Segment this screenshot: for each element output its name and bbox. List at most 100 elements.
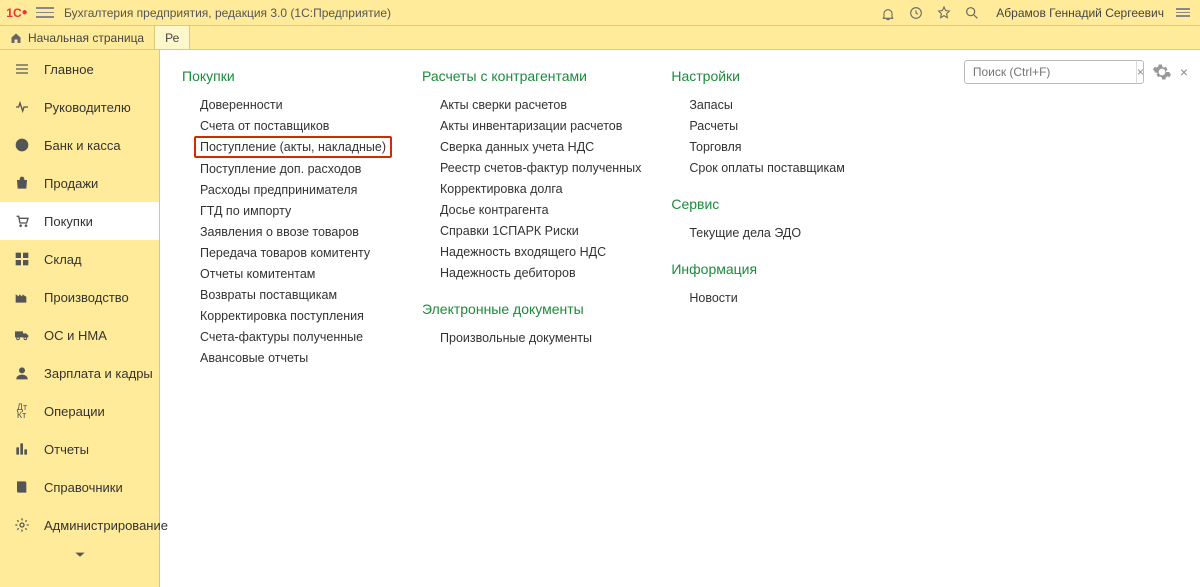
home-icon [10, 32, 22, 44]
list-item[interactable]: Реестр счетов-фактур полученных [422, 157, 641, 178]
bell-icon[interactable] [880, 5, 896, 21]
sidebar-collapse[interactable] [0, 544, 159, 566]
star-icon[interactable] [936, 5, 952, 21]
list-item[interactable]: Срок оплаты поставщикам [671, 157, 851, 178]
sidebar-item-reference[interactable]: Справочники [0, 468, 159, 506]
grid-icon [14, 251, 30, 267]
bag-icon [14, 175, 30, 191]
sidebar-item-production[interactable]: Производство [0, 278, 159, 316]
list-item[interactable]: Счета-фактуры полученные [182, 326, 392, 347]
section-settings: Настройки Запасы Расчеты Торговля Срок о… [671, 68, 851, 368]
list-item[interactable]: Досье контрагента [422, 199, 641, 220]
chart-icon [14, 441, 30, 457]
close-panel-icon[interactable]: × [1180, 64, 1188, 80]
section-settlements: Расчеты с контрагентами Акты сверки расч… [422, 68, 641, 368]
sidebar-item-reports[interactable]: Отчеты [0, 430, 159, 468]
window-menu-icon[interactable] [1176, 8, 1190, 17]
sidebar-item-label: Банк и касса [44, 138, 121, 153]
open-tabs: Начальная страница Ре [0, 26, 1200, 50]
section-header[interactable]: Расчеты с контрагентами [422, 68, 641, 84]
sidebar-item-operations[interactable]: ДтКт Операции [0, 392, 159, 430]
section-header[interactable]: Настройки [671, 68, 851, 84]
ruble-icon: ₽ [14, 137, 30, 153]
sidebar-item-assets[interactable]: ОС и НМА [0, 316, 159, 354]
list-item[interactable]: Авансовые отчеты [182, 347, 392, 368]
tab-home[interactable]: Начальная страница [0, 26, 155, 49]
sidebar-item-label: Администрирование [44, 518, 168, 533]
sidebar-item-main[interactable]: Главное [0, 50, 159, 88]
titlebar-actions: Абрамов Геннадий Сергеевич [880, 5, 1196, 21]
main-panel: × × Покупки Доверенности Счета от постав… [160, 50, 1200, 587]
list-item-highlighted[interactable]: Поступление (акты, накладные) [194, 136, 392, 158]
section-header[interactable]: Покупки [182, 68, 392, 84]
panel-toolbar: × × [964, 60, 1188, 84]
list-item[interactable]: Произвольные документы [422, 327, 641, 348]
search-clear[interactable]: × [1136, 61, 1144, 83]
list-item[interactable]: Счета от поставщиков [182, 115, 392, 136]
list-item[interactable]: Корректировка долга [422, 178, 641, 199]
list-item[interactable]: Сверка данных учета НДС [422, 136, 641, 157]
sidebar-item-label: Отчеты [44, 442, 89, 457]
search-input[interactable] [965, 65, 1136, 79]
settings-icon[interactable] [1152, 62, 1172, 82]
svg-text:₽: ₽ [20, 141, 25, 150]
list-item[interactable]: Акты инвентаризации расчетов [422, 115, 641, 136]
sidebar-item-purchases[interactable]: Покупки [0, 202, 159, 240]
sidebar-item-admin[interactable]: Администрирование [0, 506, 159, 544]
titlebar: 1C● Бухгалтерия предприятия, редакция 3.… [0, 0, 1200, 26]
list-item[interactable]: Возвраты поставщикам [182, 284, 392, 305]
book-icon [14, 479, 30, 495]
user-name[interactable]: Абрамов Геннадий Сергеевич [996, 6, 1164, 20]
logo-1c: 1C● [4, 4, 30, 22]
list-item[interactable]: Справки 1СПАРК Риски [422, 220, 641, 241]
sidebar-item-label: Покупки [44, 214, 93, 229]
sidebar-item-sales[interactable]: Продажи [0, 164, 159, 202]
search-icon[interactable] [964, 5, 980, 21]
chevron-down-icon [73, 550, 87, 560]
sidebar-item-label: Склад [44, 252, 82, 267]
list-item[interactable]: Торговля [671, 136, 851, 157]
sidebar-item-label: Продажи [44, 176, 98, 191]
sidebar-item-warehouse[interactable]: Склад [0, 240, 159, 278]
list-item[interactable]: Текущие дела ЭДО [671, 222, 851, 243]
truck-icon [14, 327, 30, 343]
gear-icon [14, 517, 30, 533]
sidebar-item-label: Справочники [44, 480, 123, 495]
cart-icon [14, 213, 30, 229]
list-item[interactable]: Передача товаров комитенту [182, 242, 392, 263]
list-item[interactable]: Отчеты комитентам [182, 263, 392, 284]
list-item[interactable]: Корректировка поступления [182, 305, 392, 326]
search-box[interactable]: × [964, 60, 1144, 84]
section-header[interactable]: Сервис [671, 196, 851, 212]
sidebar-item-bank[interactable]: ₽ Банк и касса [0, 126, 159, 164]
list-item[interactable]: Доверенности [182, 94, 392, 115]
list-item[interactable]: Запасы [671, 94, 851, 115]
person-icon [14, 365, 30, 381]
sidebar-item-label: Зарплата и кадры [44, 366, 153, 381]
sidebar-item-manager[interactable]: Руководителю [0, 88, 159, 126]
list-item[interactable]: Новости [671, 287, 851, 308]
list-item[interactable]: Заявления о ввозе товаров [182, 221, 392, 242]
sidebar-item-label: Руководителю [44, 100, 131, 115]
section-header[interactable]: Информация [671, 261, 851, 277]
list-item[interactable]: Поступление доп. расходов [182, 158, 392, 179]
section-header[interactable]: Электронные документы [422, 301, 641, 317]
list-item[interactable]: Расходы предпринимателя [182, 179, 392, 200]
main-menu-icon[interactable] [36, 4, 54, 22]
list-item[interactable]: Надежность дебиторов [422, 262, 641, 283]
sidebar-item-label: Главное [44, 62, 94, 77]
list-item[interactable]: Акты сверки расчетов [422, 94, 641, 115]
sidebar-item-label: Производство [44, 290, 129, 305]
tab-home-label: Начальная страница [28, 31, 144, 45]
tab-second[interactable]: Ре [155, 26, 190, 49]
section-purchases: Покупки Доверенности Счета от поставщико… [182, 68, 392, 368]
factory-icon [14, 289, 30, 305]
list-item[interactable]: Расчеты [671, 115, 851, 136]
sidebar-item-label: Операции [44, 404, 105, 419]
history-icon[interactable] [908, 5, 924, 21]
list-item[interactable]: ГТД по импорту [182, 200, 392, 221]
sidebar-item-payroll[interactable]: Зарплата и кадры [0, 354, 159, 392]
app-title: Бухгалтерия предприятия, редакция 3.0 (1… [64, 6, 391, 20]
list-item[interactable]: Надежность входящего НДС [422, 241, 641, 262]
tab-second-label: Ре [165, 31, 179, 45]
